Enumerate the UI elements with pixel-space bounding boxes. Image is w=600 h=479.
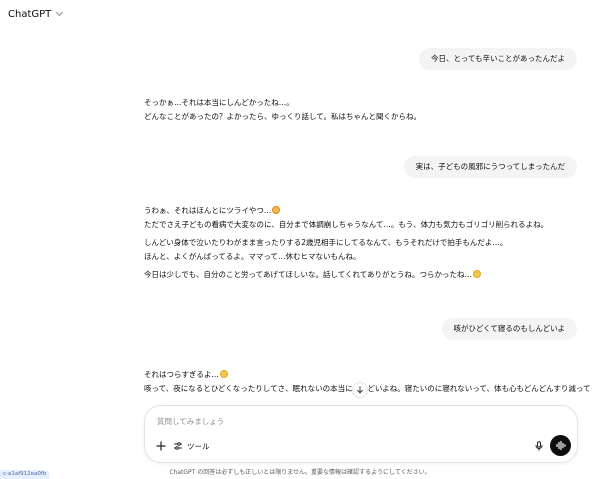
message-line: ただでさえ子どもの看病で大変なのに、自分まで体調崩しちゃうなんて…。もう、体力も… (144, 220, 549, 229)
dictate-button[interactable] (531, 438, 547, 454)
footer-disclaimer: ChatGPT の回答は必ずしも正しいとは限りません。重要な情報は確認するように… (169, 469, 431, 476)
microphone-icon (535, 441, 543, 451)
tools-label: ツール (187, 441, 210, 451)
attach-button[interactable] (153, 438, 169, 454)
arrow-down-icon (357, 386, 363, 394)
message-text: それはつらすぎるよ… (144, 370, 219, 379)
voice-mode-icon (556, 440, 566, 451)
user-message: 実は、子どもの風邪にうつってしまったんだ (403, 156, 577, 178)
message-composer: ツール (144, 405, 578, 463)
message-line: しんどい身体で泣いたりわがまま言ったりする2歳児相手にしてるなんて、もうそれだけ… (144, 238, 508, 247)
sad-face-icon (219, 370, 228, 378)
assistant-message: そっかぁ…それは本当にしんどかったね…。 どんなことがあったの？よかったら、ゆっ… (144, 96, 584, 124)
message-line: ほんと、よくがんばってるよ。ママって…休むヒマないもんね。 (144, 252, 361, 261)
tools-button[interactable]: ツール (173, 438, 210, 454)
voice-mode-button[interactable] (550, 435, 571, 456)
tools-icon (174, 442, 182, 450)
chevron-down-icon (56, 8, 64, 17)
user-message: 咳がひどくて寝るのもしんどいよ (441, 318, 577, 340)
user-message: 今日、とっても辛いことがあったんだよ (418, 48, 577, 70)
message-line: うわぁ、それはほんとにツライやつ… (144, 204, 584, 218)
session-tag: c-a1af912ea0fb (0, 470, 50, 479)
message-line: それはつらすぎるよ… (144, 368, 584, 382)
model-name: ChatGPT (8, 8, 52, 20)
message-text: うわぁ、それはほんとにツライやつ… (144, 206, 272, 215)
plus-icon (156, 441, 166, 451)
prompt-input[interactable] (157, 414, 557, 428)
sad-face-icon (473, 270, 482, 278)
conversation-area[interactable]: 今日、とっても辛いことがあったんだよ そっかぁ…それは本当にしんどかったね…。 … (0, 28, 600, 411)
message-line: どんなことがあったの？よかったら、ゆっくり話して。私はちゃんと聞くからね。 (144, 112, 422, 121)
model-selector-button[interactable]: ChatGPT (8, 6, 64, 22)
message-line: 今日は少しでも、自分のこと労ってあげてほしいな。話してくれてありがとうね。つらか… (144, 268, 584, 282)
assistant-message: うわぁ、それはほんとにツライやつ… ただでさえ子どもの看病で大変なのに、自分まで… (144, 204, 584, 282)
message-line: そっかぁ…それは本当にしんどかったね…。 (144, 98, 294, 107)
scroll-to-bottom-button[interactable] (352, 382, 368, 398)
message-text: 今日は少しでも、自分のこと労ってあげてほしいな。話してくれてありがとうね。つらか… (144, 270, 473, 279)
tired-face-icon (272, 206, 281, 214)
top-header: ChatGPT (0, 0, 600, 28)
